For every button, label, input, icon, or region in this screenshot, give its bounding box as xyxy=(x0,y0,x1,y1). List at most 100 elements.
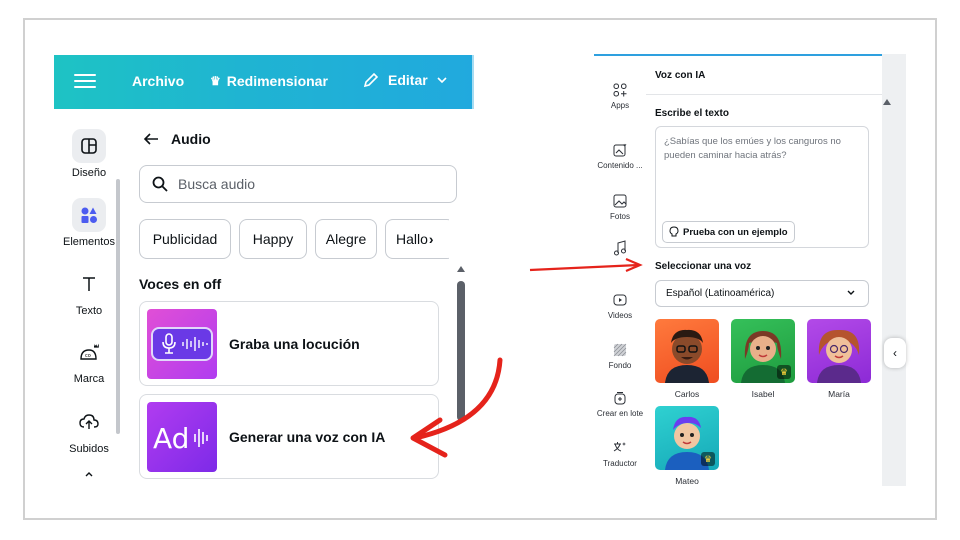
layout-icon xyxy=(72,129,106,163)
rail-item-photos[interactable]: Fotos xyxy=(594,193,646,221)
chip-happy[interactable]: Happy xyxy=(239,219,307,259)
rail-item-text[interactable]: Texto xyxy=(54,267,124,317)
shapes-icon xyxy=(72,198,106,232)
rail-item-uploads[interactable]: Subidos xyxy=(54,405,124,455)
audio-header: Audio xyxy=(143,131,211,147)
crown-badge-icon: ♛ xyxy=(701,452,715,466)
voice-name: Isabel xyxy=(751,389,775,399)
file-menu-button[interactable]: Archivo xyxy=(132,73,184,89)
rail-label: Apps xyxy=(610,101,630,110)
brand-icon: co xyxy=(72,335,106,369)
rail-item-content[interactable]: Contenido ... xyxy=(594,142,646,170)
rail-label: Traductor xyxy=(603,459,637,468)
panel-scrollbar[interactable] xyxy=(456,265,466,445)
rail-item-videos[interactable]: Videos xyxy=(594,292,646,320)
chevron-down-icon xyxy=(847,290,855,295)
music-note-icon xyxy=(612,240,628,256)
rail-label: Subidos xyxy=(69,443,109,455)
rail-label: Diseño xyxy=(71,167,107,179)
cloud-upload-icon xyxy=(72,405,106,439)
waveform-icon xyxy=(182,336,208,351)
chip-alegre[interactable]: Alegre xyxy=(315,219,377,259)
rail-label: Marca xyxy=(73,373,105,385)
top-bar: Archivo ♛ Redimensionar Editar xyxy=(54,55,474,109)
rail-label: Fotos xyxy=(609,212,630,221)
microphone-icon xyxy=(162,332,176,354)
voice-text-input[interactable]: ¿Sabías que los emúes y los canguros no … xyxy=(655,126,869,248)
magic-image-icon xyxy=(612,142,628,158)
chip-halloween[interactable]: Hallo › xyxy=(385,219,449,259)
chip-label: Hallo xyxy=(396,231,428,247)
generate-ai-voice-card[interactable]: Ad Generar una voz con IA xyxy=(139,394,439,479)
rail-label: Fondo xyxy=(608,361,632,370)
pencil-icon xyxy=(363,72,379,88)
ai-voice-logo: Ad xyxy=(153,421,190,455)
text-icon xyxy=(72,267,106,301)
side-rail: Diseño Elementos Texto co Marca Subidos xyxy=(54,109,124,486)
voice-mateo[interactable]: ♛ Mateo xyxy=(655,406,719,486)
menu-icon[interactable] xyxy=(74,70,96,92)
rail-item-elements[interactable]: Elementos xyxy=(54,198,124,248)
pattern-icon xyxy=(612,342,628,358)
ai-voice-thumbnail: Ad xyxy=(147,401,217,472)
edit-button[interactable]: Editar xyxy=(362,71,448,89)
rail-item-translator[interactable]: Traductor xyxy=(594,440,646,468)
rail-label: Elementos xyxy=(63,236,115,248)
topbar-divider xyxy=(472,55,474,109)
resize-label: Redimensionar xyxy=(226,73,328,89)
rail-label: Crear en lote xyxy=(596,409,644,418)
chevron-up-icon xyxy=(85,472,93,477)
voice-name: Carlos xyxy=(674,389,700,399)
textbox-placeholder: ¿Sabías que los emúes y los canguros no … xyxy=(664,136,841,161)
rail-scrollbar[interactable] xyxy=(116,179,120,434)
right-side-rail: Apps Contenido ... Fotos Audio Videos Fo… xyxy=(594,54,646,486)
lightbulb-icon xyxy=(669,226,679,237)
waveform-icon xyxy=(194,428,208,447)
canva-audio-panel: Archivo ♛ Redimensionar Editar Diseño El… xyxy=(54,55,474,486)
filter-chips: Publicidad Happy Alegre Hallo › xyxy=(139,219,449,259)
microphone-thumbnail xyxy=(147,308,217,379)
scroll-up-arrow-icon[interactable] xyxy=(882,98,892,106)
rail-item-design[interactable]: Diseño xyxy=(54,129,124,179)
ai-voice-panel: Apps Contenido ... Fotos Audio Videos Fo… xyxy=(594,54,906,486)
play-icon xyxy=(612,292,628,308)
back-arrow-icon[interactable] xyxy=(143,132,159,146)
resize-button[interactable]: ♛ Redimensionar xyxy=(210,73,328,89)
rail-item-audio[interactable]: Audio xyxy=(594,240,646,268)
avatar xyxy=(655,319,719,383)
voice-maria[interactable]: María xyxy=(807,319,871,399)
collapse-panel-button[interactable]: ‹ xyxy=(884,338,906,368)
chevron-right-icon[interactable]: › xyxy=(429,231,434,247)
avatar xyxy=(807,319,871,383)
avatar: ♛ xyxy=(655,406,719,470)
rail-item-apps[interactable]: Apps xyxy=(594,82,646,110)
rail-more-chevron[interactable] xyxy=(54,469,124,481)
rail-item-bulk-create[interactable]: Crear en lote xyxy=(594,390,646,418)
voice-name: María xyxy=(828,389,850,399)
rail-item-brand[interactable]: co Marca xyxy=(54,335,124,385)
record-voiceover-card[interactable]: Graba una locución xyxy=(139,301,439,386)
search-placeholder: Busca audio xyxy=(178,176,256,192)
language-select[interactable]: Español (Latinoamérica) xyxy=(655,280,869,307)
voice-isabel[interactable]: ♛ Isabel xyxy=(731,319,795,399)
right-scrollbar-track[interactable] xyxy=(882,54,906,486)
avatar: ♛ xyxy=(731,319,795,383)
write-text-label: Escribe el texto xyxy=(655,108,729,119)
apps-icon xyxy=(612,82,628,98)
chip-publicidad[interactable]: Publicidad xyxy=(139,219,231,259)
voice-carlos[interactable]: Carlos xyxy=(655,319,719,399)
audio-search-input[interactable]: Busca audio xyxy=(139,165,457,203)
svg-text:co: co xyxy=(85,353,91,359)
rail-label: Videos xyxy=(607,311,633,320)
translate-icon xyxy=(612,440,628,456)
try-example-label: Prueba con un ejemplo xyxy=(683,226,788,238)
photo-icon xyxy=(612,193,628,209)
chevron-down-icon xyxy=(437,77,447,84)
crown-badge-icon: ♛ xyxy=(777,365,791,379)
try-example-button[interactable]: Prueba con un ejemplo xyxy=(662,221,795,243)
audio-section: Audio Busca audio Publicidad Happy Alegr… xyxy=(139,109,474,486)
title-divider xyxy=(646,94,882,95)
rail-label: Contenido ... xyxy=(597,161,643,170)
rail-item-background[interactable]: Fondo xyxy=(594,342,646,370)
crown-icon: ♛ xyxy=(210,74,221,88)
